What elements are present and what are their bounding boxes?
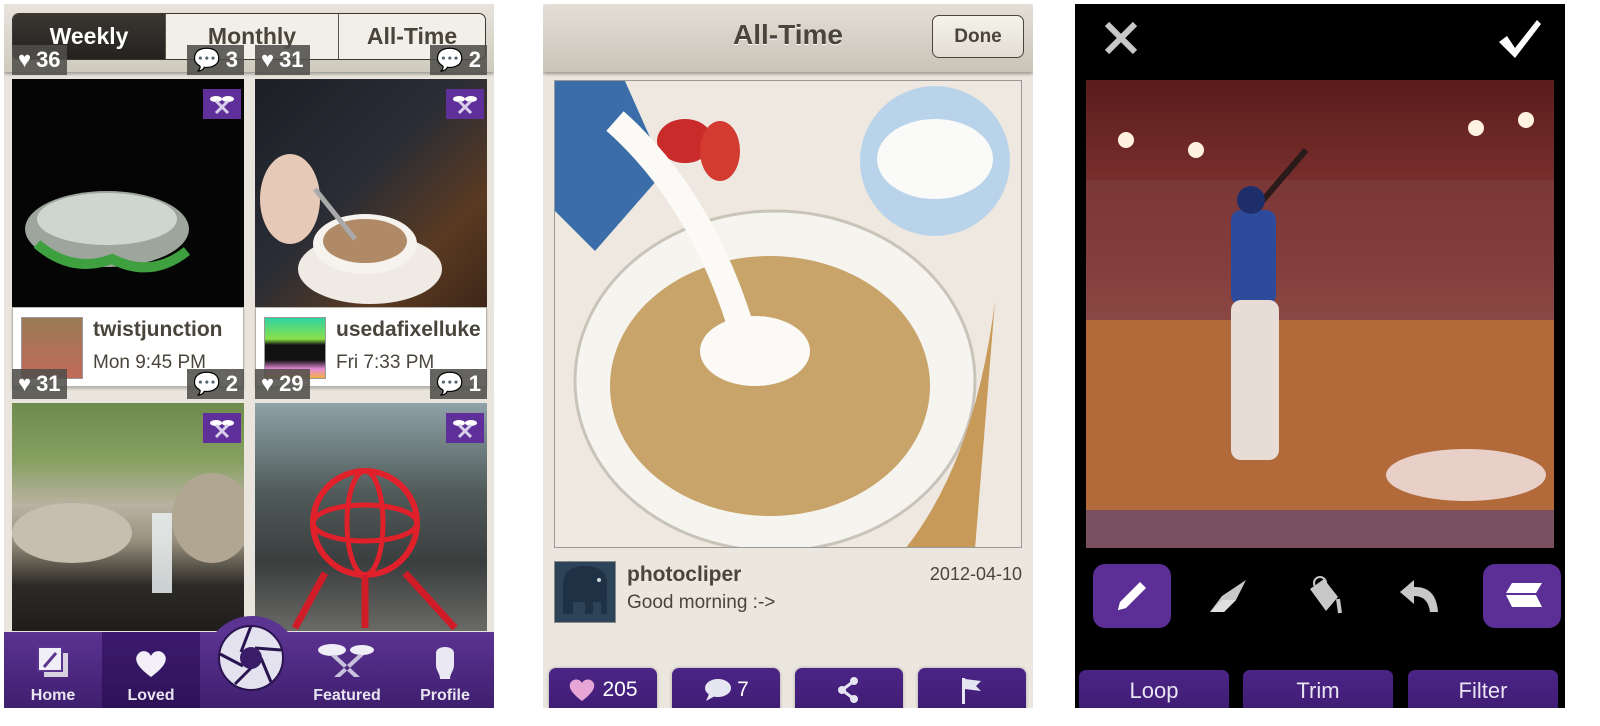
- editor-screen: Loop Trim Filter: [1075, 4, 1565, 708]
- avatar[interactable]: [554, 561, 616, 623]
- featured-icon: [318, 644, 374, 677]
- period-segmented-control: Weekly Monthly All-Time: [12, 13, 486, 60]
- tab-loved[interactable]: Loved: [102, 632, 200, 708]
- username[interactable]: twistjunction: [93, 318, 223, 342]
- share-icon: [838, 677, 858, 703]
- share-button[interactable]: [795, 668, 903, 708]
- heart-icon: ♥: [261, 47, 275, 72]
- comment-count[interactable]: 💬 1: [430, 369, 487, 399]
- comment-icon: 💬: [436, 371, 464, 396]
- baseball-batter-image: [1086, 80, 1554, 548]
- profile-icon: [436, 647, 454, 679]
- undo-tool[interactable]: [1381, 564, 1459, 628]
- post-time: Fri 7:33 PM: [336, 352, 435, 373]
- cereal-bowl-image: [555, 81, 1021, 547]
- tab-featured[interactable]: Featured: [298, 632, 396, 708]
- featured-icon: [446, 413, 484, 443]
- video-canvas[interactable]: [1086, 80, 1554, 548]
- like-count[interactable]: ♥ 31: [12, 369, 67, 399]
- heart-icon: [136, 651, 166, 677]
- close-icon: [1104, 21, 1138, 55]
- paint-bucket-icon: [1310, 576, 1342, 614]
- username[interactable]: photocliper: [627, 563, 741, 587]
- post-detail-screen: All-Time Done photocliper Good morning :…: [543, 4, 1033, 708]
- comment-count[interactable]: 💬 2: [430, 45, 487, 75]
- pencil-icon: [1118, 582, 1146, 610]
- layers-tool[interactable]: [1483, 564, 1561, 628]
- home-icon: [37, 646, 68, 677]
- like-count[interactable]: ♥ 29: [255, 369, 310, 399]
- tab-profile[interactable]: Profile: [396, 632, 494, 708]
- like-count[interactable]: ♥ 31: [255, 45, 310, 75]
- detail-header: All-Time Done: [543, 4, 1033, 72]
- heart-icon: ♥: [18, 371, 32, 396]
- featured-icon: [203, 413, 241, 443]
- post-photo-cereal[interactable]: [554, 80, 1022, 548]
- feed-screen: Weekly Monthly All-Time ♥ 36 💬 3 twistju…: [4, 4, 494, 708]
- fill-tool[interactable]: [1285, 564, 1363, 628]
- layers-icon: [1506, 583, 1542, 607]
- eraser-icon: [1210, 580, 1246, 612]
- done-button[interactable]: Done: [932, 15, 1024, 58]
- like-button[interactable]: 205: [549, 668, 657, 708]
- comment-icon: [705, 679, 732, 701]
- camera-shutter-icon: [218, 625, 284, 691]
- heart-icon: ♥: [18, 47, 32, 72]
- comment-count[interactable]: 💬 2: [187, 369, 244, 399]
- like-count[interactable]: ♥ 36: [12, 45, 67, 75]
- feed-header: Weekly Monthly All-Time: [4, 4, 494, 72]
- heart-icon: ♥: [261, 371, 275, 396]
- confirm-button[interactable]: [1497, 18, 1543, 60]
- heart-icon: [570, 679, 595, 701]
- username[interactable]: usedafixelluke: [336, 318, 481, 342]
- camera-capture-button[interactable]: [217, 624, 285, 692]
- comment-icon: 💬: [193, 371, 221, 396]
- comment-count[interactable]: 💬 3: [187, 45, 244, 75]
- checkmark-icon: [1499, 20, 1541, 58]
- filter-button[interactable]: Filter: [1408, 670, 1558, 708]
- trim-button[interactable]: Trim: [1243, 670, 1393, 708]
- flag-button[interactable]: [918, 668, 1026, 708]
- close-button[interactable]: [1103, 20, 1139, 56]
- post-date: 2012-04-10: [929, 564, 1022, 584]
- featured-icon: [446, 89, 484, 119]
- loop-button[interactable]: Loop: [1079, 670, 1229, 708]
- elephant-avatar-image: [563, 566, 607, 614]
- comment-icon: 💬: [436, 47, 464, 72]
- post-actions: 205 7: [549, 668, 1029, 708]
- comment-icon: 💬: [193, 47, 221, 72]
- tab-home[interactable]: Home: [4, 632, 102, 708]
- pencil-tool[interactable]: [1093, 564, 1171, 628]
- comment-button[interactable]: 7: [672, 668, 780, 708]
- flag-icon: [962, 678, 981, 704]
- eraser-tool[interactable]: [1189, 564, 1267, 628]
- featured-icon: [203, 89, 241, 119]
- undo-icon: [1400, 580, 1438, 612]
- post-caption: Good morning :->: [627, 592, 776, 613]
